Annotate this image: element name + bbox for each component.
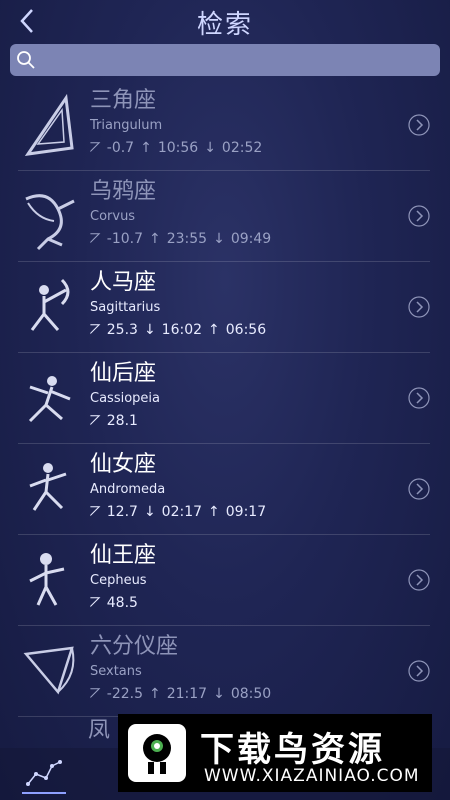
altitude-value: 25.3 <box>106 322 138 338</box>
chevron-right-icon[interactable] <box>408 387 430 409</box>
chevron-right-icon[interactable] <box>408 296 430 318</box>
constellation-name-cn: 仙后座 <box>90 361 157 386</box>
constellation-stats: ⦢ 12.7 ↓ 02:17 ↑ 09:17 <box>90 504 272 520</box>
time-value: 06:56 <box>225 322 267 338</box>
time-value: 02:17 <box>161 504 203 520</box>
time-value: 09:17 <box>225 504 267 520</box>
constellation-tab-icon[interactable] <box>22 752 66 794</box>
altitude-icon: ⦢ <box>90 231 101 247</box>
header: 检索 <box>0 0 450 42</box>
list-item[interactable]: 乌鸦座 Corvus ⦢ -10.7 ↑ 23:55 ↓ 09:49 <box>18 171 430 262</box>
time-direction-icon: ↓ <box>213 686 225 702</box>
altitude-value: 28.1 <box>106 413 138 429</box>
constellation-stats: ⦢ 48.5 <box>90 595 144 611</box>
constellation-name-en: Corvus <box>90 209 136 224</box>
list-item[interactable]: 人马座 Sagittarius ⦢ 25.3 ↓ 16:02 ↑ 06:56 <box>18 262 430 353</box>
constellation-name-cn: 仙王座 <box>90 543 157 568</box>
time-direction-icon: ↓ <box>204 140 216 156</box>
time-direction-icon: ↑ <box>149 231 161 247</box>
chevron-right-icon[interactable] <box>408 569 430 591</box>
time-value: 10:56 <box>157 140 199 156</box>
chevron-right-icon[interactable] <box>408 114 430 136</box>
altitude-icon: ⦢ <box>90 322 101 338</box>
time-value: 08:50 <box>230 686 272 702</box>
constellation-list: 三角座 Triangulum ⦢ -0.7 ↑ 10:56 ↓ 02:52 乌鸦座 Corvus ⦢… <box>0 80 450 717</box>
altitude-value: -0.7 <box>106 140 135 156</box>
time-direction-icon: ↓ <box>143 322 156 338</box>
constellation-art-icon <box>30 278 70 331</box>
list-item[interactable]: 仙女座 Andromeda ⦢ 12.7 ↓ 02:17 ↑ 09:17 <box>18 444 430 535</box>
time-value: 09:49 <box>230 231 272 247</box>
constellation-stats: ⦢ -0.7 ↑ 10:56 ↓ 02:52 <box>90 140 268 156</box>
list-item[interactable]: 三角座 Triangulum ⦢ -0.7 ↑ 10:56 ↓ 02:52 <box>18 80 430 171</box>
constellation-art-icon <box>23 646 75 695</box>
constellation-art-icon <box>28 376 71 423</box>
constellation-name-cn: 人马座 <box>90 270 157 295</box>
altitude-icon: ⦢ <box>90 686 101 702</box>
time-direction-icon: ↑ <box>140 140 152 156</box>
constellation-art-icon <box>29 463 67 511</box>
bird-logo <box>128 724 186 782</box>
watermark-banner: 下载鸟资源 WWW.XIAZAINIAO.COM <box>118 714 432 792</box>
constellation-name-en: Andromeda <box>90 482 166 497</box>
banner-title: 下载鸟资源 <box>200 730 385 770</box>
time-value: 23:55 <box>166 231 208 247</box>
altitude-value: -22.5 <box>106 686 143 702</box>
constellation-name-en: Sextans <box>90 664 142 679</box>
constellation-stats: ⦢ 25.3 ↓ 16:02 ↑ 06:56 <box>90 322 272 338</box>
time-value: 02:52 <box>221 140 263 156</box>
time-direction-icon: ↑ <box>208 504 220 520</box>
constellation-art-icon <box>29 553 65 606</box>
time-direction-icon: ↑ <box>208 322 220 338</box>
search-bar[interactable] <box>10 44 440 78</box>
banner-url: WWW.XIAZAINIAO.COM <box>204 766 420 786</box>
constellation-name-cn: 乌鸦座 <box>90 179 157 204</box>
altitude-icon: ⦢ <box>90 140 101 156</box>
time-direction-icon: ↓ <box>143 504 156 520</box>
time-value: 21:17 <box>166 686 208 702</box>
list-item[interactable]: 仙后座 Cassiopeia ⦢ 28.1 <box>18 353 430 444</box>
list-item[interactable]: 仙王座 Cepheus ⦢ 48.5 <box>18 535 430 626</box>
altitude-value: 48.5 <box>106 595 138 611</box>
list-item[interactable]: 六分仪座 Sextans ⦢ -22.5 ↑ 21:17 ↓ 08:50 <box>18 626 430 717</box>
constellation-name-en: Cepheus <box>90 573 147 588</box>
search-input[interactable] <box>42 44 436 78</box>
altitude-icon: ⦢ <box>90 413 101 429</box>
chevron-right-icon[interactable] <box>408 660 430 682</box>
page-title: 检索 <box>196 10 253 40</box>
search-icon <box>17 51 35 69</box>
time-value: 16:02 <box>161 322 203 338</box>
constellation-art-icon <box>24 93 74 156</box>
altitude-value: -10.7 <box>106 231 143 247</box>
constellation-name-cn: 仙女座 <box>90 452 157 477</box>
constellation-stats: ⦢ -22.5 ↑ 21:17 ↓ 08:50 <box>90 686 277 702</box>
time-direction-icon: ↓ <box>213 231 225 247</box>
time-direction-icon: ↑ <box>149 686 161 702</box>
altitude-icon: ⦢ <box>90 595 101 611</box>
constellation-name-cn: 六分仪座 <box>90 634 179 659</box>
constellation-stats: ⦢ 28.1 <box>90 413 144 429</box>
constellation-art-icon <box>25 194 75 251</box>
altitude-value: 12.7 <box>106 504 138 520</box>
constellation-name-en: Triangulum <box>90 118 163 133</box>
altitude-icon: ⦢ <box>90 504 101 520</box>
chevron-right-icon[interactable] <box>408 205 430 227</box>
chevron-right-icon[interactable] <box>408 478 430 500</box>
constellation-name-en: Cassiopeia <box>90 391 160 406</box>
constellation-name-cn: 三角座 <box>90 88 157 113</box>
constellation-name-en: Sagittarius <box>90 300 161 315</box>
partial-row-name: 凤 <box>88 718 111 743</box>
constellation-stats: ⦢ -10.7 ↑ 23:55 ↓ 09:49 <box>90 231 277 247</box>
